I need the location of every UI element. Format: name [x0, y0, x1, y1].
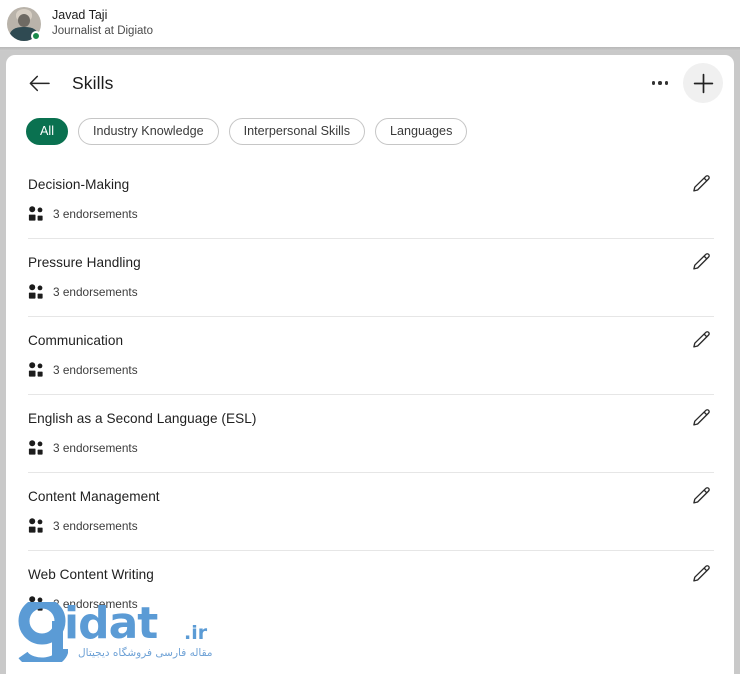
more-options-icon — [664, 81, 669, 85]
filter-pill-all[interactable]: All — [26, 117, 68, 145]
skill-row[interactable]: English as a Second Language (ESL) 3 end… — [28, 395, 714, 473]
skills-modal-card: Skills All Industry Knowledge Interperso… — [6, 55, 734, 674]
skill-endorsements: 3 endorsements — [28, 440, 714, 455]
profile-name: Javad Taji — [52, 8, 108, 23]
filter-pill-label: Languages — [390, 124, 453, 138]
topbar-divider — [0, 47, 740, 51]
skill-row[interactable]: Web Content Writing 2 endorsements — [28, 551, 714, 628]
profile-headline: Journalist at Digiato — [52, 25, 153, 38]
profile-topbar: Javad Taji Journalist at Digiato — [0, 0, 740, 47]
skill-endorsements: 3 endorsements — [28, 518, 714, 533]
edit-skill-button[interactable] — [686, 247, 714, 275]
pencil-icon — [692, 330, 710, 348]
more-options-icon — [658, 81, 662, 85]
modal-header: Skills — [6, 55, 734, 111]
pencil-icon — [692, 174, 710, 192]
back-button[interactable] — [24, 68, 54, 98]
edit-skill-button[interactable] — [686, 403, 714, 431]
skill-name: Web Content Writing — [28, 567, 154, 582]
pencil-icon — [692, 564, 710, 582]
people-icon — [28, 518, 43, 533]
pencil-icon — [692, 486, 710, 504]
skills-list: Decision-Making 3 endorsements Pressure … — [6, 161, 734, 628]
skill-row[interactable]: Communication 3 endorsements — [28, 317, 714, 395]
skill-endorsements: 3 endorsements — [28, 362, 714, 377]
skill-endorsements: 3 endorsements — [28, 206, 714, 221]
plus-icon — [693, 73, 713, 93]
pencil-icon — [692, 252, 710, 270]
people-icon — [28, 284, 43, 299]
online-indicator-icon — [31, 30, 41, 41]
filter-pill-label: Industry Knowledge — [93, 124, 204, 138]
skill-row[interactable]: Decision-Making 3 endorsements — [28, 161, 714, 239]
edit-skill-button[interactable] — [686, 481, 714, 509]
endorsement-count: 3 endorsements — [53, 518, 138, 533]
skill-name: Pressure Handling — [28, 255, 141, 270]
edit-skill-button[interactable] — [686, 169, 714, 197]
endorsement-count: 3 endorsements — [53, 284, 138, 299]
filter-pill-languages[interactable]: Languages — [375, 117, 468, 145]
arrow-left-icon — [29, 75, 50, 91]
more-options-button[interactable] — [644, 67, 676, 99]
filter-pill-label: Interpersonal Skills — [243, 124, 351, 138]
people-icon — [28, 362, 43, 377]
more-options-icon — [651, 81, 656, 85]
skill-endorsements: 2 endorsements — [28, 596, 714, 611]
edit-skill-button[interactable] — [686, 559, 714, 587]
filter-pill-group: All Industry Knowledge Interpersonal Ski… — [6, 111, 734, 149]
people-icon — [28, 440, 43, 455]
endorsement-count: 3 endorsements — [53, 206, 138, 221]
skill-row[interactable]: Pressure Handling 3 endorsements — [28, 239, 714, 317]
filter-pill-interpersonal-skills[interactable]: Interpersonal Skills — [228, 117, 366, 145]
header-actions — [644, 63, 734, 103]
add-skill-button[interactable] — [683, 63, 723, 103]
page-title: Skills — [72, 72, 114, 93]
skill-name: English as a Second Language (ESL) — [28, 411, 257, 426]
filter-pill-label: All — [40, 124, 54, 138]
endorsement-count: 2 endorsements — [53, 596, 138, 611]
endorsement-count: 3 endorsements — [53, 362, 138, 377]
filter-pill-industry-knowledge[interactable]: Industry Knowledge — [78, 117, 219, 145]
profile-info: Javad Taji Journalist at Digiato — [52, 8, 153, 38]
avatar[interactable] — [7, 6, 41, 41]
skill-row[interactable]: Content Management 3 endorsements — [28, 473, 714, 551]
people-icon — [28, 206, 43, 221]
skill-endorsements: 3 endorsements — [28, 284, 714, 299]
endorsement-count: 3 endorsements — [53, 440, 138, 455]
skill-name: Communication — [28, 333, 124, 348]
edit-skill-button[interactable] — [686, 325, 714, 353]
people-icon — [28, 596, 43, 611]
skill-name: Content Management — [28, 489, 160, 504]
skill-name: Decision-Making — [28, 177, 130, 192]
pencil-icon — [692, 408, 710, 426]
